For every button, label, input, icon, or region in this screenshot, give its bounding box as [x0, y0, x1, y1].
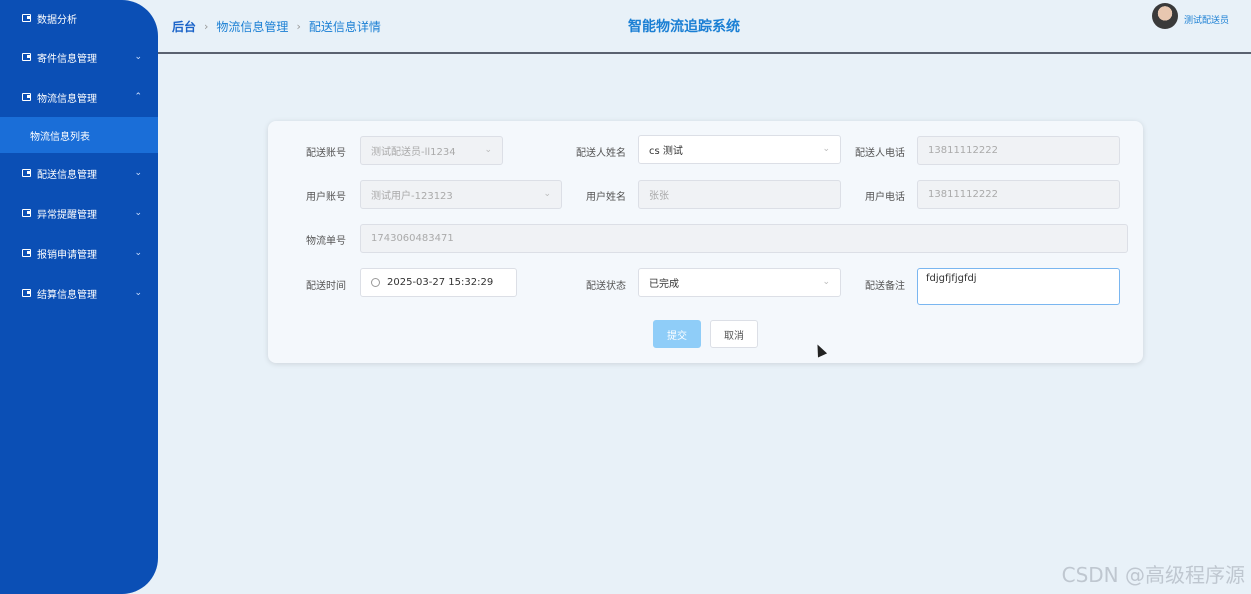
clock-icon — [371, 278, 380, 287]
breadcrumb-separator-icon: › — [296, 20, 301, 33]
chevron-down-icon: ⌄ — [543, 189, 551, 199]
delivery-status-label: 配送状态 — [586, 281, 626, 292]
user-account-value: 测试用户-123123 — [371, 191, 453, 202]
menu-icon — [22, 53, 31, 61]
sidebar-item-label: 寄件信息管理 — [37, 53, 97, 65]
delivery-time-picker[interactable]: 2025-03-27 15:32:29 — [360, 268, 517, 297]
sidebar-item-label: 结算信息管理 — [37, 289, 97, 301]
delivery-account-select[interactable]: 测试配送员-ll1234 ⌄ — [360, 136, 503, 165]
courier-name-label: 配送人姓名 — [576, 148, 626, 159]
breadcrumb: 后台 › 物流信息管理 › 配送信息详情 — [172, 18, 381, 35]
menu-icon — [22, 169, 31, 177]
tracking-number-label: 物流单号 — [306, 236, 346, 247]
tracking-number-input[interactable]: 1743060483471 — [360, 224, 1128, 253]
courier-phone-label: 配送人电话 — [855, 148, 905, 159]
submit-button[interactable]: 提交 — [653, 320, 701, 348]
sidebar-item-label: 异常提醒管理 — [37, 209, 97, 221]
sidebar-item-reimbursement[interactable]: 报销申请管理 ⌄ — [0, 235, 158, 271]
chevron-down-icon: ⌄ — [484, 145, 492, 155]
sidebar-item-settlement[interactable]: 结算信息管理 ⌄ — [0, 275, 158, 311]
delivery-time-value: 2025-03-27 15:32:29 — [387, 277, 494, 288]
sidebar-item-label: 配送信息管理 — [37, 169, 97, 181]
courier-phone-value: 13811112222 — [928, 145, 998, 156]
sidebar-item-logistics-management[interactable]: 物流信息管理 ⌃ — [0, 79, 158, 115]
sidebar-item-shipment-management[interactable]: 寄件信息管理 ⌄ — [0, 39, 158, 75]
delivery-account-value: 测试配送员-ll1234 — [371, 147, 456, 158]
user-phone-value: 13811112222 — [928, 189, 998, 200]
breadcrumb-home[interactable]: 后台 — [172, 18, 196, 35]
sidebar-item-exception-alerts[interactable]: 异常提醒管理 ⌄ — [0, 195, 158, 231]
breadcrumb-level1[interactable]: 物流信息管理 — [216, 18, 288, 35]
menu-icon — [22, 289, 31, 297]
user-name-value: 张张 — [649, 191, 669, 202]
user-name-input[interactable]: 张张 — [638, 180, 841, 209]
user-account-select[interactable]: 测试用户-123123 ⌄ — [360, 180, 562, 209]
user-account-label: 用户账号 — [306, 192, 346, 203]
chevron-down-icon: ⌄ — [134, 208, 142, 218]
user-phone-label: 用户电话 — [865, 192, 905, 203]
courier-phone-input[interactable]: 13811112222 — [917, 136, 1120, 165]
chevron-down-icon: ⌄ — [134, 52, 142, 62]
user-phone-input[interactable]: 13811112222 — [917, 180, 1120, 209]
menu-icon — [22, 93, 31, 101]
chevron-up-icon: ⌃ — [134, 92, 142, 102]
user-name-label: 用户姓名 — [586, 192, 626, 203]
watermark: CSDN @高级程序源 — [1061, 563, 1245, 587]
delivery-status-select[interactable]: 已完成 ⌄ — [638, 268, 841, 297]
delivery-status-value: 已完成 — [649, 279, 679, 290]
avatar[interactable] — [1152, 3, 1178, 29]
courier-name-select[interactable]: cs 测试 ⌄ — [638, 135, 841, 164]
account-label: 配送账号 — [306, 148, 346, 159]
delivery-remark-label: 配送备注 — [865, 281, 905, 292]
tracking-number-value: 1743060483471 — [371, 233, 454, 244]
sidebar-item-label: 物流信息列表 — [30, 131, 90, 143]
breadcrumb-separator-icon: › — [204, 20, 209, 33]
menu-icon — [22, 14, 31, 22]
chevron-down-icon: ⌄ — [134, 288, 142, 298]
chevron-down-icon: ⌄ — [822, 144, 830, 154]
menu-icon — [22, 249, 31, 257]
delivery-detail-form: 配送账号 测试配送员-ll1234 ⌄ 配送人姓名 cs 测试 ⌄ 配送人电话 … — [268, 121, 1143, 363]
courier-name-value: cs 测试 — [649, 146, 683, 157]
cancel-button[interactable]: 取消 — [710, 320, 758, 348]
sidebar-item-data-analysis[interactable]: 数据分析 — [0, 0, 158, 36]
system-title: 智能物流追踪系统 — [628, 19, 740, 35]
top-header: 后台 › 物流信息管理 › 配送信息详情 智能物流追踪系统 测试配送员 — [158, 0, 1251, 54]
breadcrumb-level2: 配送信息详情 — [308, 20, 381, 34]
chevron-down-icon: ⌄ — [134, 168, 142, 178]
sidebar: 数据分析 寄件信息管理 ⌄ 物流信息管理 ⌃ 物流信息列表 配送信息管理 ⌄ 异… — [0, 0, 158, 594]
sidebar-item-label: 物流信息管理 — [37, 93, 97, 105]
user-name[interactable]: 测试配送员 — [1184, 13, 1229, 26]
chevron-down-icon: ⌄ — [822, 277, 830, 287]
delivery-time-label: 配送时间 — [306, 281, 346, 292]
chevron-down-icon: ⌄ — [134, 248, 142, 258]
delivery-remark-textarea[interactable]: fdjgfjfjgfdj — [917, 268, 1120, 305]
menu-icon — [22, 209, 31, 217]
sidebar-item-label: 报销申请管理 — [37, 249, 97, 261]
sidebar-item-delivery-management[interactable]: 配送信息管理 ⌄ — [0, 155, 158, 191]
sidebar-subitem-logistics-list[interactable]: 物流信息列表 — [0, 117, 158, 153]
sidebar-item-label: 数据分析 — [37, 14, 77, 26]
